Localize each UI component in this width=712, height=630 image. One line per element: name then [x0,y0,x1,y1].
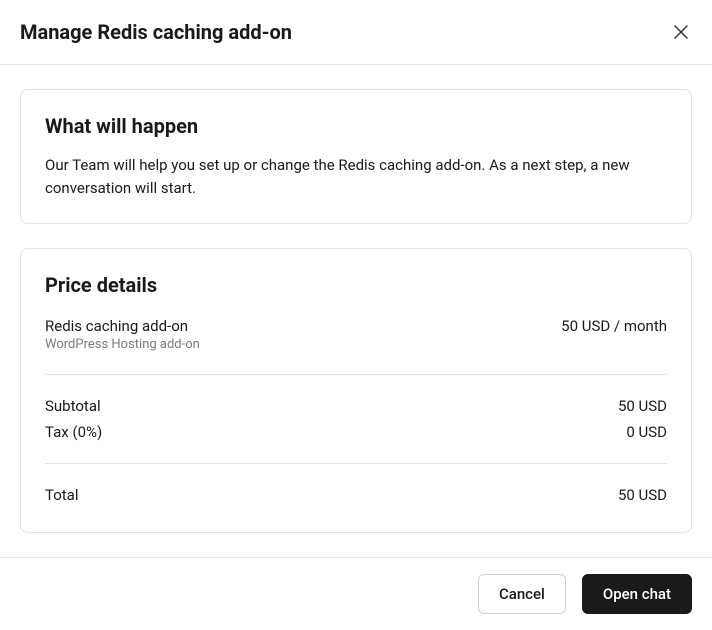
modal-content: What will happen Our Team will help you … [0,65,712,557]
divider [45,374,667,375]
close-button[interactable] [670,21,692,43]
info-heading: What will happen [45,114,667,138]
info-body: Our Team will help you set up or change … [45,154,667,199]
tax-amount: 0 USD [626,423,667,441]
divider [45,463,667,464]
open-chat-button[interactable]: Open chat [582,574,692,614]
tax-row: Tax (0%) 0 USD [45,419,667,445]
cancel-button[interactable]: Cancel [478,574,566,614]
price-heading: Price details [45,273,667,297]
line-item-sub: WordPress Hosting add-on [45,337,200,352]
modal-footer: Cancel Open chat [0,557,712,630]
price-card: Price details Redis caching add-on WordP… [20,248,692,533]
line-item-name: Redis caching add-on [45,317,200,335]
subtotal-row: Subtotal 50 USD [45,393,667,419]
total-label: Total [45,486,79,504]
subtotal-amount: 50 USD [618,397,667,415]
info-card: What will happen Our Team will help you … [20,89,692,224]
total-row: Total 50 USD [45,482,667,508]
subtotal-label: Subtotal [45,397,101,415]
modal-header: Manage Redis caching add-on [0,0,712,65]
tax-label: Tax (0%) [45,423,102,441]
total-amount: 50 USD [618,486,667,504]
line-item-amount: 50 USD / month [561,317,667,335]
modal-title: Manage Redis caching add-on [20,20,292,44]
line-item-left: Redis caching add-on WordPress Hosting a… [45,317,200,352]
line-item-row: Redis caching add-on WordPress Hosting a… [45,313,667,356]
close-icon [674,25,688,39]
